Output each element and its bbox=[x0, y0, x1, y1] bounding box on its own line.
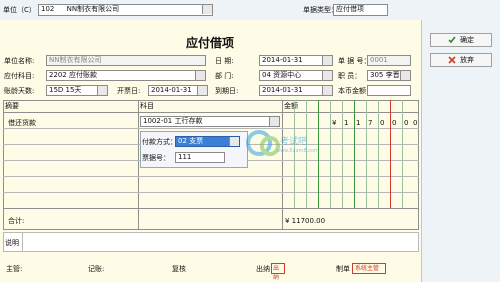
amount-digit-line bbox=[402, 100, 403, 208]
account-label: 应付科目: bbox=[4, 72, 35, 80]
amount-digit: 0 bbox=[380, 119, 385, 127]
amount-digit-line bbox=[318, 100, 319, 208]
note-label: 说明 bbox=[5, 239, 19, 247]
due-date-field[interactable]: 2014-01-31 ▼ bbox=[259, 85, 333, 96]
chevron-down-icon: ▼ bbox=[199, 72, 204, 79]
grid-row-line bbox=[3, 192, 419, 193]
note-area[interactable] bbox=[3, 232, 419, 252]
col-header-account: 科目 bbox=[140, 102, 154, 110]
row-account-value: 1002-01 工行存款 bbox=[143, 117, 203, 125]
dept-value: 04 资源中心 bbox=[262, 71, 302, 79]
payment-method-select[interactable]: 02 支票 ▼ bbox=[175, 136, 240, 147]
chevron-down-icon: ▼ bbox=[326, 72, 331, 79]
total-label: 合计: bbox=[8, 217, 25, 225]
due-date-value: 2014-01-31 bbox=[262, 86, 303, 94]
chevron-down-icon: ▼ bbox=[206, 6, 211, 13]
unit-label: 单位（C） bbox=[3, 6, 36, 14]
doc-no-label: 单 据 号： bbox=[338, 57, 371, 65]
amount-digit-line bbox=[378, 100, 379, 208]
chevron-down-icon: ▼ bbox=[326, 87, 331, 94]
amount-digit-line bbox=[366, 100, 367, 208]
grid-total-line bbox=[3, 208, 419, 209]
dept-label: 部 门: bbox=[215, 72, 234, 80]
checkmark-icon bbox=[448, 36, 456, 44]
close-icon bbox=[448, 56, 456, 64]
watermark-text: 考试吧 bbox=[280, 137, 308, 147]
chevron-down-icon: ▼ bbox=[233, 138, 238, 145]
amount-digit-line bbox=[354, 100, 355, 208]
page-title: 应付借项 bbox=[186, 36, 235, 50]
watermark-logo: 考试吧 www.Exam8.com bbox=[246, 124, 319, 164]
maker-label: 制单 bbox=[336, 265, 350, 273]
grid-col-divider bbox=[282, 100, 283, 230]
doc-no-field[interactable]: 0001 bbox=[367, 55, 411, 66]
doc-type-field[interactable]: 应付借项 bbox=[333, 4, 388, 16]
note-divider bbox=[22, 232, 23, 252]
invoice-date-field[interactable]: 2014-01-31 ▼ bbox=[148, 85, 208, 96]
maker-field[interactable]: 系统主管 bbox=[352, 263, 386, 274]
unit-select[interactable]: 102 NN制衣有限公司 ▼ bbox=[38, 4, 213, 16]
credit-days-select[interactable]: 15D 15天 ▼ bbox=[46, 85, 108, 96]
manager-label: 主管: bbox=[6, 265, 23, 273]
grid-row-line bbox=[3, 176, 419, 177]
bookkeeper-label: 记账: bbox=[88, 265, 105, 273]
amount-digit-line bbox=[330, 100, 331, 208]
amount-digit: 1 bbox=[344, 119, 349, 127]
bill-no-field[interactable]: 111 bbox=[175, 152, 225, 163]
cashier-label: 出纳 bbox=[256, 265, 270, 273]
amount-digit: 0 bbox=[413, 119, 418, 127]
unit-name-label: 单位名称: bbox=[4, 57, 35, 65]
reviewer-label: 复核 bbox=[172, 265, 186, 273]
credit-days-value: 15D 15天 bbox=[49, 86, 82, 94]
payment-method-value: 02 支票 bbox=[178, 137, 204, 145]
amount-digit-line bbox=[342, 100, 343, 208]
col-header-amount: 金额 bbox=[284, 102, 298, 110]
amount-digit: ¥ bbox=[332, 119, 337, 127]
grid-row-line bbox=[3, 128, 419, 129]
cancel-label: 放弃 bbox=[460, 56, 474, 64]
invoice-date-value: 2014-01-31 bbox=[151, 86, 192, 94]
unit-code: 102 bbox=[41, 5, 55, 13]
credit-days-label: 账龄天数: bbox=[4, 87, 35, 95]
col-header-summary: 摘要 bbox=[5, 102, 19, 110]
amount-decimal-line bbox=[390, 100, 391, 208]
total-value: ¥ 11700.00 bbox=[285, 217, 326, 225]
row-summary[interactable]: 借还货款 bbox=[8, 118, 36, 128]
date-field[interactable]: 2014-01-31 ▼ bbox=[259, 55, 333, 66]
account-select[interactable]: 2202 应付账款 ▼ bbox=[46, 70, 206, 81]
staff-value: 305 李晋宏 bbox=[370, 71, 407, 79]
amount-digit: 7 bbox=[368, 119, 373, 127]
confirm-button[interactable]: 确定 bbox=[430, 33, 492, 47]
chevron-down-icon: ▼ bbox=[326, 57, 331, 64]
payment-method-label: 付款方式： bbox=[142, 138, 177, 146]
local-amount-field[interactable] bbox=[367, 85, 411, 96]
grid-col-divider bbox=[138, 100, 139, 230]
due-date-label: 到期日: bbox=[215, 87, 239, 95]
chevron-down-icon: ▼ bbox=[201, 87, 206, 94]
watermark-url: www.Exam8.com bbox=[276, 148, 319, 154]
dept-select[interactable]: 04 资源中心 ▼ bbox=[259, 70, 333, 81]
invoice-date-label: 开票日: bbox=[117, 87, 141, 95]
amount-digit: 0 bbox=[404, 119, 409, 127]
amount-digit: 0 bbox=[392, 119, 397, 127]
confirm-label: 确定 bbox=[460, 36, 474, 44]
staff-select[interactable]: 305 李晋宏 ▼ bbox=[367, 70, 411, 81]
date-label: 日 期: bbox=[215, 57, 234, 65]
chevron-down-icon: ▼ bbox=[404, 72, 409, 79]
amount-digit: 1 bbox=[356, 119, 361, 127]
unit-name: NN制衣有限公司 bbox=[66, 5, 120, 13]
account-value: 2202 应付账款 bbox=[49, 71, 98, 79]
date-value: 2014-01-31 bbox=[262, 56, 303, 64]
cancel-button[interactable]: 放弃 bbox=[430, 53, 492, 67]
chevron-down-icon: ▼ bbox=[101, 87, 106, 94]
cashier-field[interactable]: 出纳 bbox=[271, 263, 285, 281]
bill-no-label: 票据号： bbox=[142, 154, 170, 162]
staff-label: 职 员： bbox=[338, 72, 362, 80]
grid-header-divider bbox=[3, 112, 419, 113]
unit-name-field[interactable]: NN制衣有限公司 bbox=[46, 55, 206, 66]
